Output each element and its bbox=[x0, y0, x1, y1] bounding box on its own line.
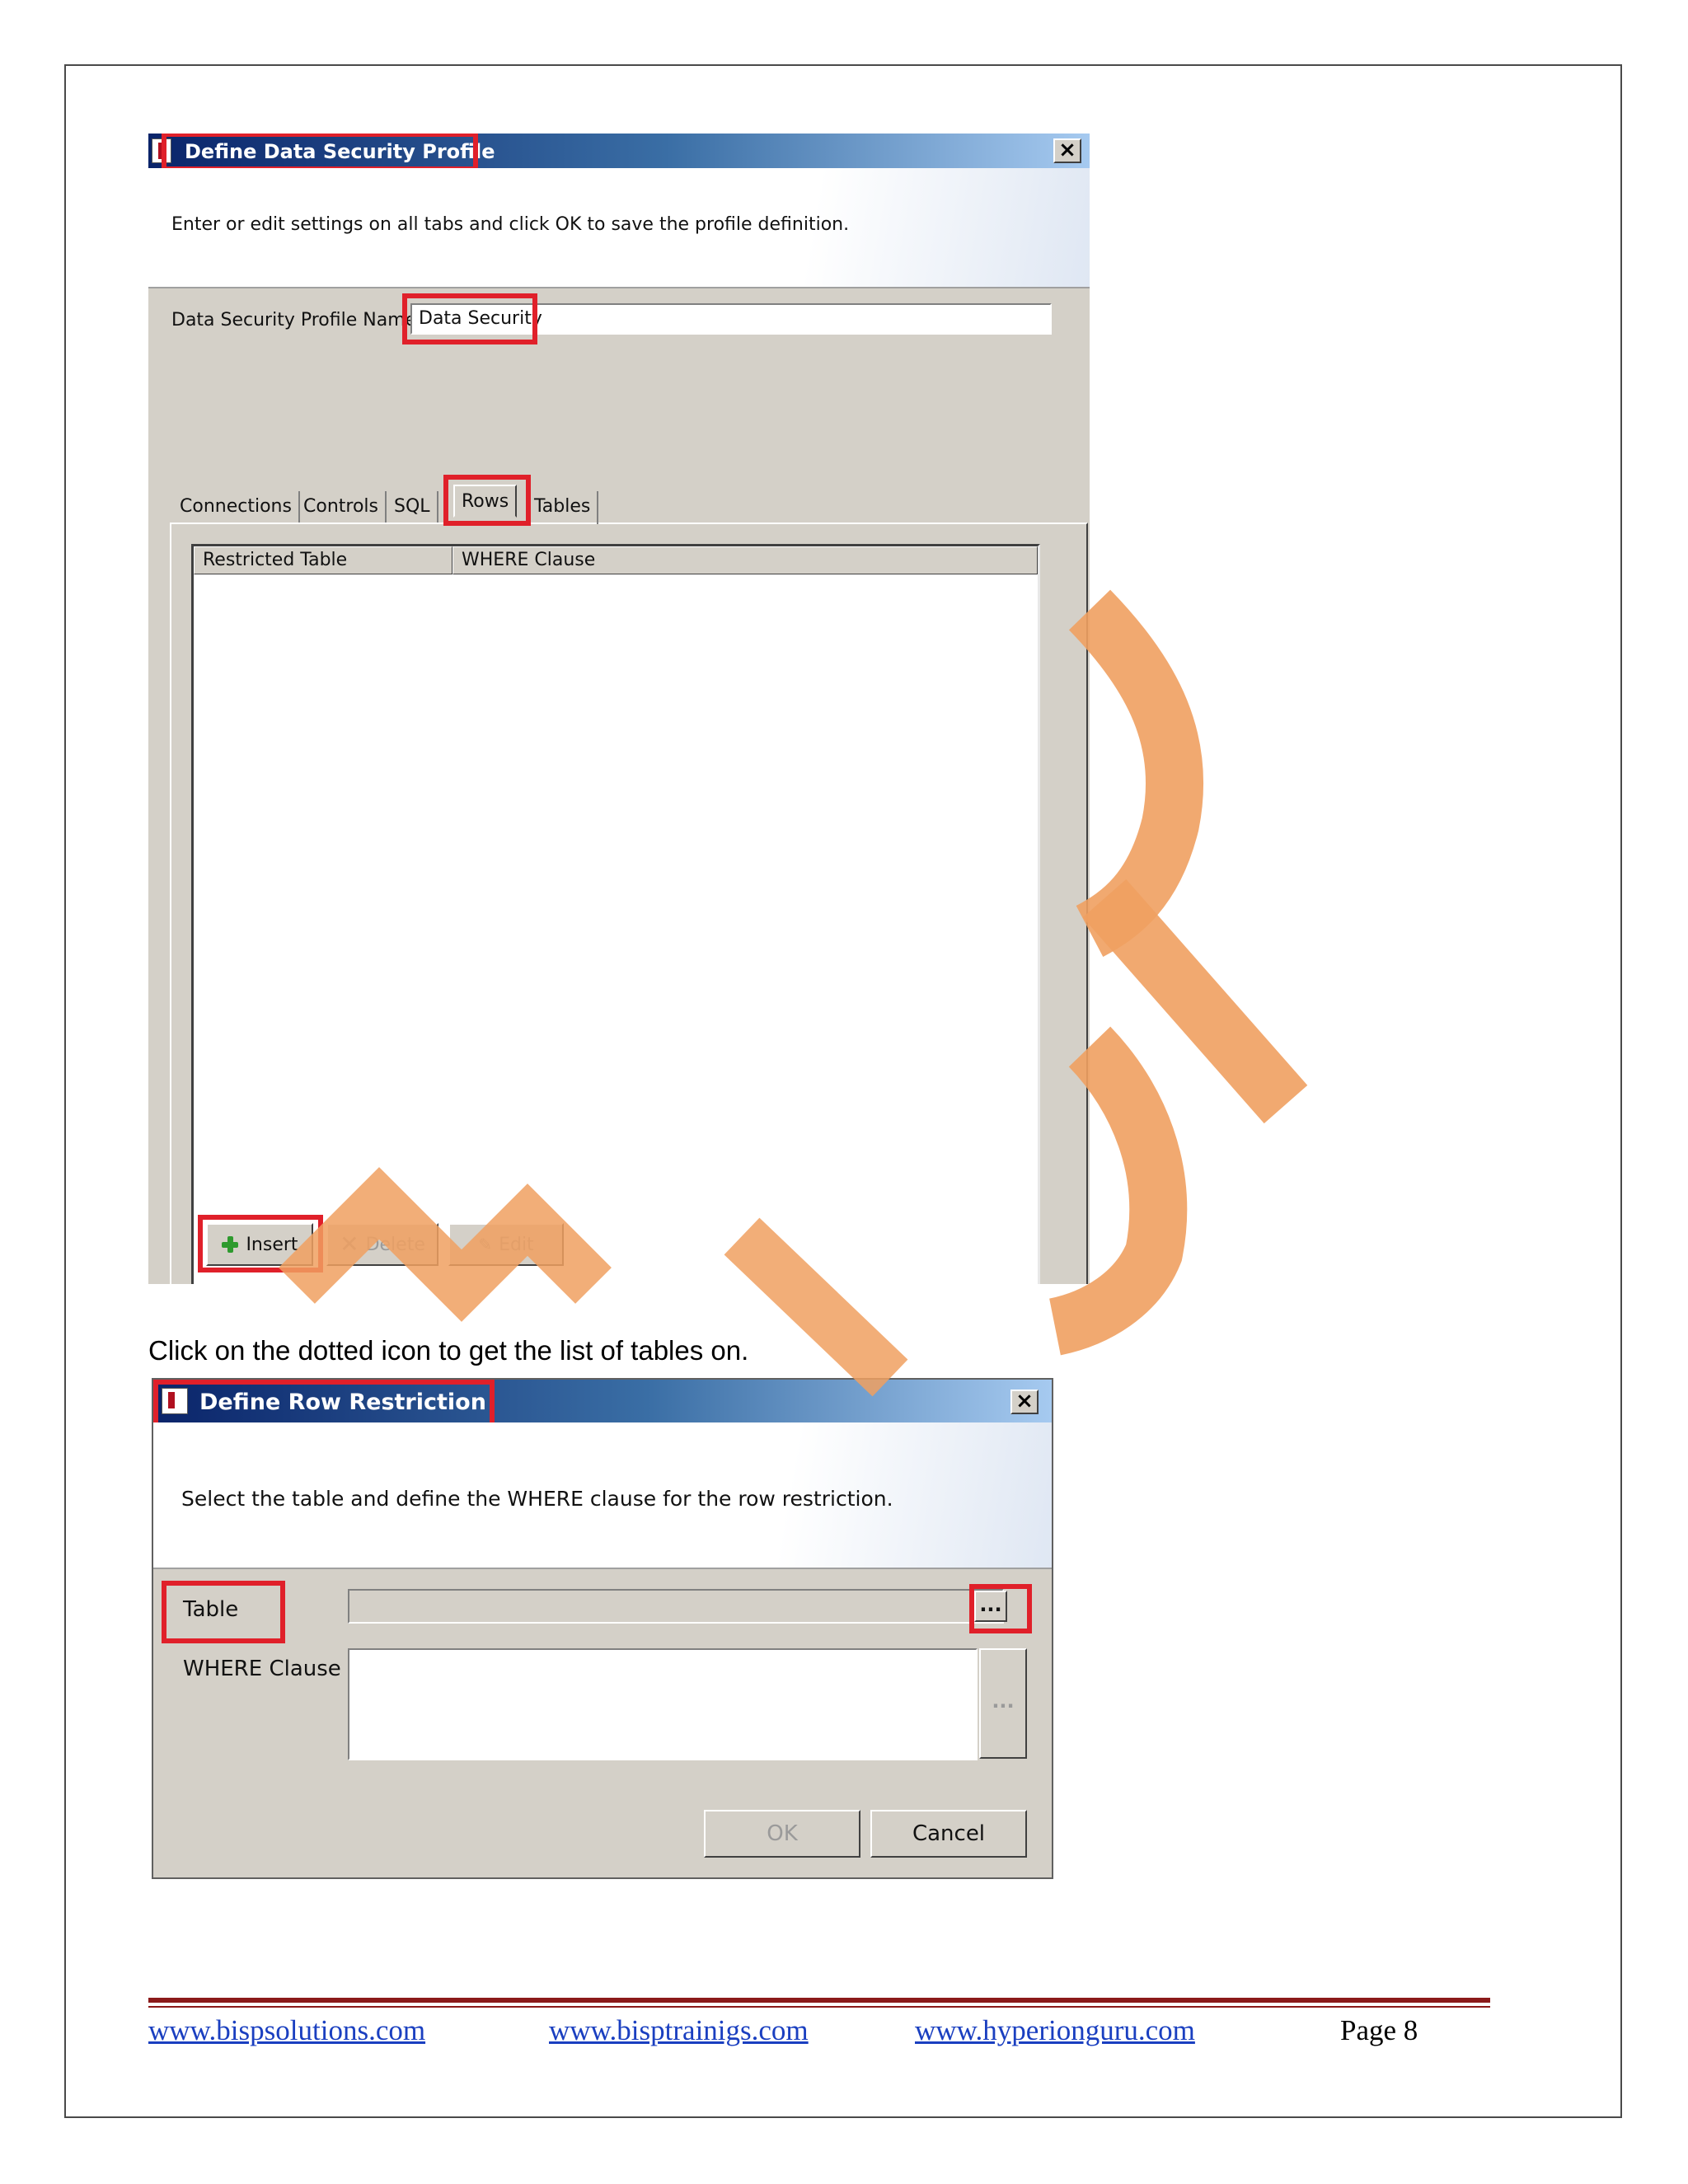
page-number: Page 8 bbox=[1340, 2014, 1418, 2046]
column-header-restricted-table[interactable]: Restricted Table bbox=[194, 546, 452, 574]
where-clause-label: WHERE Clause bbox=[183, 1657, 341, 1681]
delete-x-icon: ✕ bbox=[340, 1230, 359, 1258]
ok-button[interactable]: OK bbox=[704, 1810, 860, 1858]
tab-tables[interactable]: Tables bbox=[528, 491, 599, 524]
profile-name-label: Data Security Profile Name bbox=[171, 310, 417, 330]
pencil-icon: ✎ bbox=[478, 1235, 493, 1254]
instruction-text: Enter or edit settings on all tabs and c… bbox=[171, 214, 850, 235]
rows-tab-highlight-box bbox=[443, 475, 531, 526]
edit-label: Edit bbox=[499, 1234, 534, 1255]
where-clause-input[interactable] bbox=[348, 1648, 978, 1760]
footer-link-bispsolutions[interactable]: www.bispsolutions.com bbox=[148, 2014, 425, 2047]
edit-button[interactable]: ✎ Edit bbox=[448, 1223, 564, 1266]
profile-name-highlight-box bbox=[402, 293, 537, 344]
instruction-banner: Select the table and define the WHERE cl… bbox=[153, 1422, 1052, 1569]
delete-label: Delete bbox=[365, 1234, 425, 1255]
browse-button-highlight-box bbox=[969, 1584, 1032, 1633]
delete-button[interactable]: ✕ Delete bbox=[326, 1223, 438, 1266]
tab-connections[interactable]: Connections bbox=[173, 491, 300, 524]
table-input[interactable] bbox=[348, 1589, 1004, 1624]
close-button[interactable]: × bbox=[1053, 138, 1081, 163]
instruction-text: Select the table and define the WHERE cl… bbox=[181, 1487, 893, 1511]
cancel-button[interactable]: Cancel bbox=[870, 1810, 1027, 1858]
tab-sql[interactable]: SQL bbox=[387, 491, 438, 524]
title-highlight-box bbox=[162, 134, 478, 171]
instruction-banner: Enter or edit settings on all tabs and c… bbox=[148, 168, 1090, 288]
table-label-highlight-box bbox=[162, 1581, 285, 1643]
column-header-where-clause[interactable]: WHERE Clause bbox=[452, 546, 1038, 574]
tab-controls[interactable]: Controls bbox=[297, 491, 387, 524]
title-highlight-box bbox=[153, 1380, 495, 1429]
where-clause-browse-button[interactable]: ... bbox=[979, 1648, 1027, 1759]
caption-text: Click on the dotted icon to get the list… bbox=[148, 1335, 749, 1366]
close-button[interactable]: × bbox=[1010, 1390, 1039, 1414]
footer-link-bisptrainigs[interactable]: www.bisptrainigs.com bbox=[549, 2014, 809, 2047]
define-data-security-profile-dialog: Define Data Security Profile × Enter or … bbox=[148, 134, 1090, 1284]
define-row-restriction-dialog: Define Row Restriction × Select the tabl… bbox=[152, 1378, 1053, 1879]
footer-link-hyperionguru[interactable]: www.hyperionguru.com bbox=[915, 2014, 1195, 2047]
footer-rule-thin bbox=[148, 2006, 1490, 2008]
footer-rule-thick bbox=[148, 1998, 1490, 2003]
insert-highlight-box bbox=[198, 1215, 323, 1272]
row-restriction-grid[interactable]: Restricted Table WHERE Clause bbox=[191, 544, 1040, 1284]
